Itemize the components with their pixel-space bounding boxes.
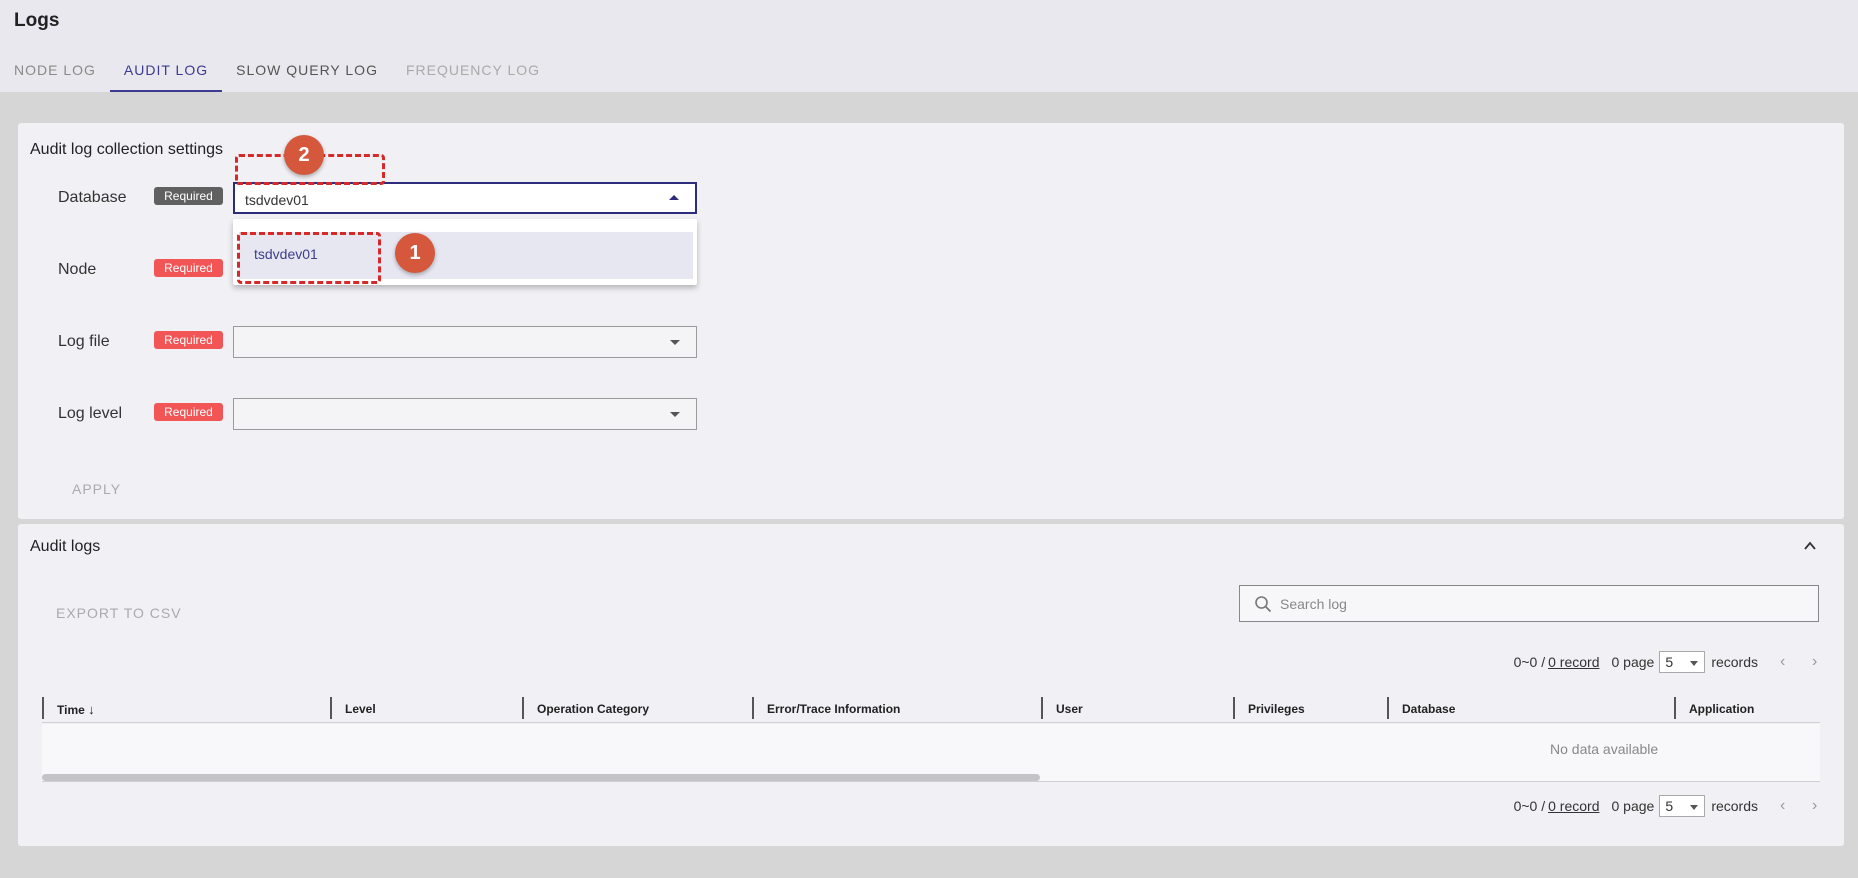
records-label: records	[1711, 654, 1758, 670]
caret-down-icon	[1690, 661, 1699, 666]
column-header-label: Time	[57, 703, 85, 717]
prev-page-icon[interactable]: ‹	[1780, 654, 1790, 670]
audit-logs-title: Audit logs	[30, 538, 101, 555]
page-header: Logs NODE LOG AUDIT LOG SLOW QUERY LOG F…	[0, 0, 1858, 92]
caret-down-icon	[1690, 805, 1699, 810]
page-size-select[interactable]: 5	[1659, 795, 1706, 817]
chevron-up-icon[interactable]	[1804, 540, 1816, 552]
caret-up-icon	[669, 195, 679, 200]
prev-page-icon[interactable]: ‹	[1780, 798, 1790, 814]
caret-down-icon	[670, 412, 680, 417]
tab-node-log[interactable]: NODE LOG	[0, 52, 110, 92]
column-header-label: Application	[1689, 702, 1755, 716]
log-level-required-badge: Required	[154, 403, 223, 421]
next-page-icon[interactable]: ›	[1812, 798, 1822, 814]
pager-range: 0~0 /	[1513, 798, 1546, 814]
database-select-value: tsdvdev01	[245, 192, 309, 208]
search-box	[1239, 585, 1819, 622]
step-marker-1: 1	[395, 233, 435, 273]
log-tabs: NODE LOG AUDIT LOG SLOW QUERY LOG FREQUE…	[0, 52, 554, 92]
settings-title: Audit log collection settings	[30, 141, 223, 158]
next-page-icon[interactable]: ›	[1812, 654, 1822, 670]
page-size-value: 5	[1665, 654, 1674, 670]
log-file-required-badge: Required	[154, 331, 223, 349]
column-header-operation-category[interactable]: Operation Category	[522, 697, 649, 719]
log-level-label: Log level	[58, 405, 123, 422]
page-count: 0 page	[1611, 654, 1655, 670]
column-header-user[interactable]: User	[1041, 697, 1083, 719]
page-count: 0 page	[1611, 798, 1655, 814]
page-size-select[interactable]: 5	[1659, 651, 1706, 673]
audit-logs-panel: Audit logs EXPORT TO CSV 0~0 / 0 record …	[18, 524, 1844, 846]
audit-settings-panel: Audit log collection settings Database R…	[18, 123, 1844, 519]
table-body: No data available	[42, 724, 1820, 782]
column-header-label: Error/Trace Information	[767, 702, 901, 716]
column-header-application[interactable]: Application	[1674, 697, 1754, 719]
caret-down-icon	[670, 340, 680, 345]
horizontal-scrollbar[interactable]	[42, 774, 1040, 781]
table-header: Time ↓ Level Operation Category Error/Tr…	[42, 692, 1820, 723]
pager-top: 0~0 / 0 record 0 page 5 records ‹ ›	[1514, 650, 1822, 674]
search-input[interactable]	[1280, 594, 1800, 614]
column-header-label: Operation Category	[537, 702, 650, 716]
log-level-select[interactable]	[233, 398, 697, 430]
database-required-badge: Required	[154, 187, 223, 205]
log-file-select[interactable]	[233, 326, 697, 358]
column-header-privileges[interactable]: Privileges	[1233, 697, 1305, 719]
column-header-database[interactable]: Database	[1387, 697, 1455, 719]
pager-bottom: 0~0 / 0 record 0 page 5 records ‹ ›	[1514, 794, 1822, 818]
apply-button[interactable]: APPLY	[72, 481, 121, 497]
records-label: records	[1711, 798, 1758, 814]
search-icon	[1255, 596, 1272, 613]
column-header-label: Privileges	[1248, 702, 1305, 716]
column-header-label: User	[1056, 702, 1083, 716]
page-title: Logs	[14, 10, 60, 31]
pager-range: 0~0 /	[1513, 654, 1546, 670]
node-label: Node	[58, 261, 97, 278]
column-header-level[interactable]: Level	[330, 697, 376, 719]
record-count-link[interactable]: 0 record	[1548, 798, 1599, 814]
column-header-label: Database	[1402, 702, 1456, 716]
highlight-box-option	[237, 232, 381, 284]
database-select[interactable]: tsdvdev01	[233, 182, 697, 214]
step-marker-2: 2	[284, 135, 324, 175]
tab-frequency-log[interactable]: FREQUENCY LOG	[392, 52, 554, 92]
node-required-badge: Required	[154, 259, 223, 277]
no-data-text: No data available	[1550, 741, 1659, 757]
column-header-error-trace[interactable]: Error/Trace Information	[752, 697, 900, 719]
column-header-label: Level	[345, 702, 376, 716]
column-header-time[interactable]: Time ↓	[42, 697, 95, 719]
record-count-link[interactable]: 0 record	[1548, 654, 1599, 670]
page-size-value: 5	[1665, 798, 1674, 814]
tab-audit-log[interactable]: AUDIT LOG	[109, 52, 223, 92]
tab-slow-query-log[interactable]: SLOW QUERY LOG	[222, 52, 392, 92]
export-csv-button[interactable]: EXPORT TO CSV	[56, 605, 182, 621]
log-file-label: Log file	[58, 333, 110, 350]
sort-arrow-down-icon[interactable]: ↓	[88, 702, 95, 717]
database-label: Database	[58, 189, 127, 206]
